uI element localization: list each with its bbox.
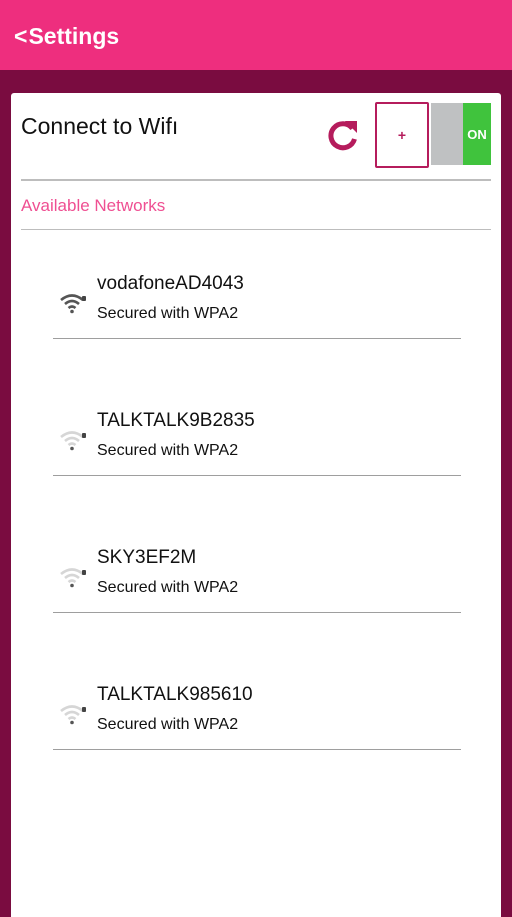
network-item[interactable]: SKY3EF2M Secured with WPA2: [53, 525, 461, 625]
wifi-lock-icon: [60, 705, 86, 725]
divider: [21, 179, 491, 181]
toggle-label: ON: [467, 126, 487, 142]
app-header: < Settings: [0, 0, 512, 70]
refresh-button[interactable]: [323, 115, 363, 155]
network-name: TALKTALK985610: [97, 684, 253, 705]
divider: [53, 338, 461, 339]
network-security: Secured with WPA2: [97, 579, 239, 596]
divider: [53, 749, 461, 750]
wifi-lock-icon: [60, 431, 86, 451]
divider: [53, 475, 461, 476]
network-name: SKY3EF2M: [97, 547, 197, 568]
divider: [21, 229, 491, 230]
wifi-toggle[interactable]: ON: [431, 103, 491, 165]
network-name: TALKTALK9B2835: [97, 410, 255, 431]
back-button[interactable]: < Settings: [14, 22, 119, 50]
divider: [53, 612, 461, 613]
network-item[interactable]: TALKTALK985610 Secured with WPA2: [53, 662, 461, 762]
network-item[interactable]: vodafoneAD4043 Secured with WPA2: [53, 251, 461, 351]
page-title: Connect to Wifı: [21, 113, 179, 139]
wifi-lock-icon: [60, 294, 86, 314]
network-item[interactable]: TALKTALK9B2835 Secured with WPA2: [53, 388, 461, 488]
refresh-icon: [328, 121, 357, 151]
network-security: Secured with WPA2: [97, 305, 239, 322]
network-security: Secured with WPA2: [97, 442, 239, 459]
network-name: vodafoneAD4043: [97, 273, 244, 294]
wifi-lock-icon: [60, 568, 86, 588]
add-network-button[interactable]: +: [375, 102, 429, 168]
wifi-panel: Connect to Wifı + ON Available Networks …: [11, 93, 501, 917]
section-label: Available Networks: [21, 196, 166, 215]
back-label: Settings: [28, 23, 120, 49]
back-chevron-icon: <: [14, 23, 28, 49]
toggle-knob: ON: [463, 103, 491, 165]
network-security: Secured with WPA2: [97, 716, 239, 733]
